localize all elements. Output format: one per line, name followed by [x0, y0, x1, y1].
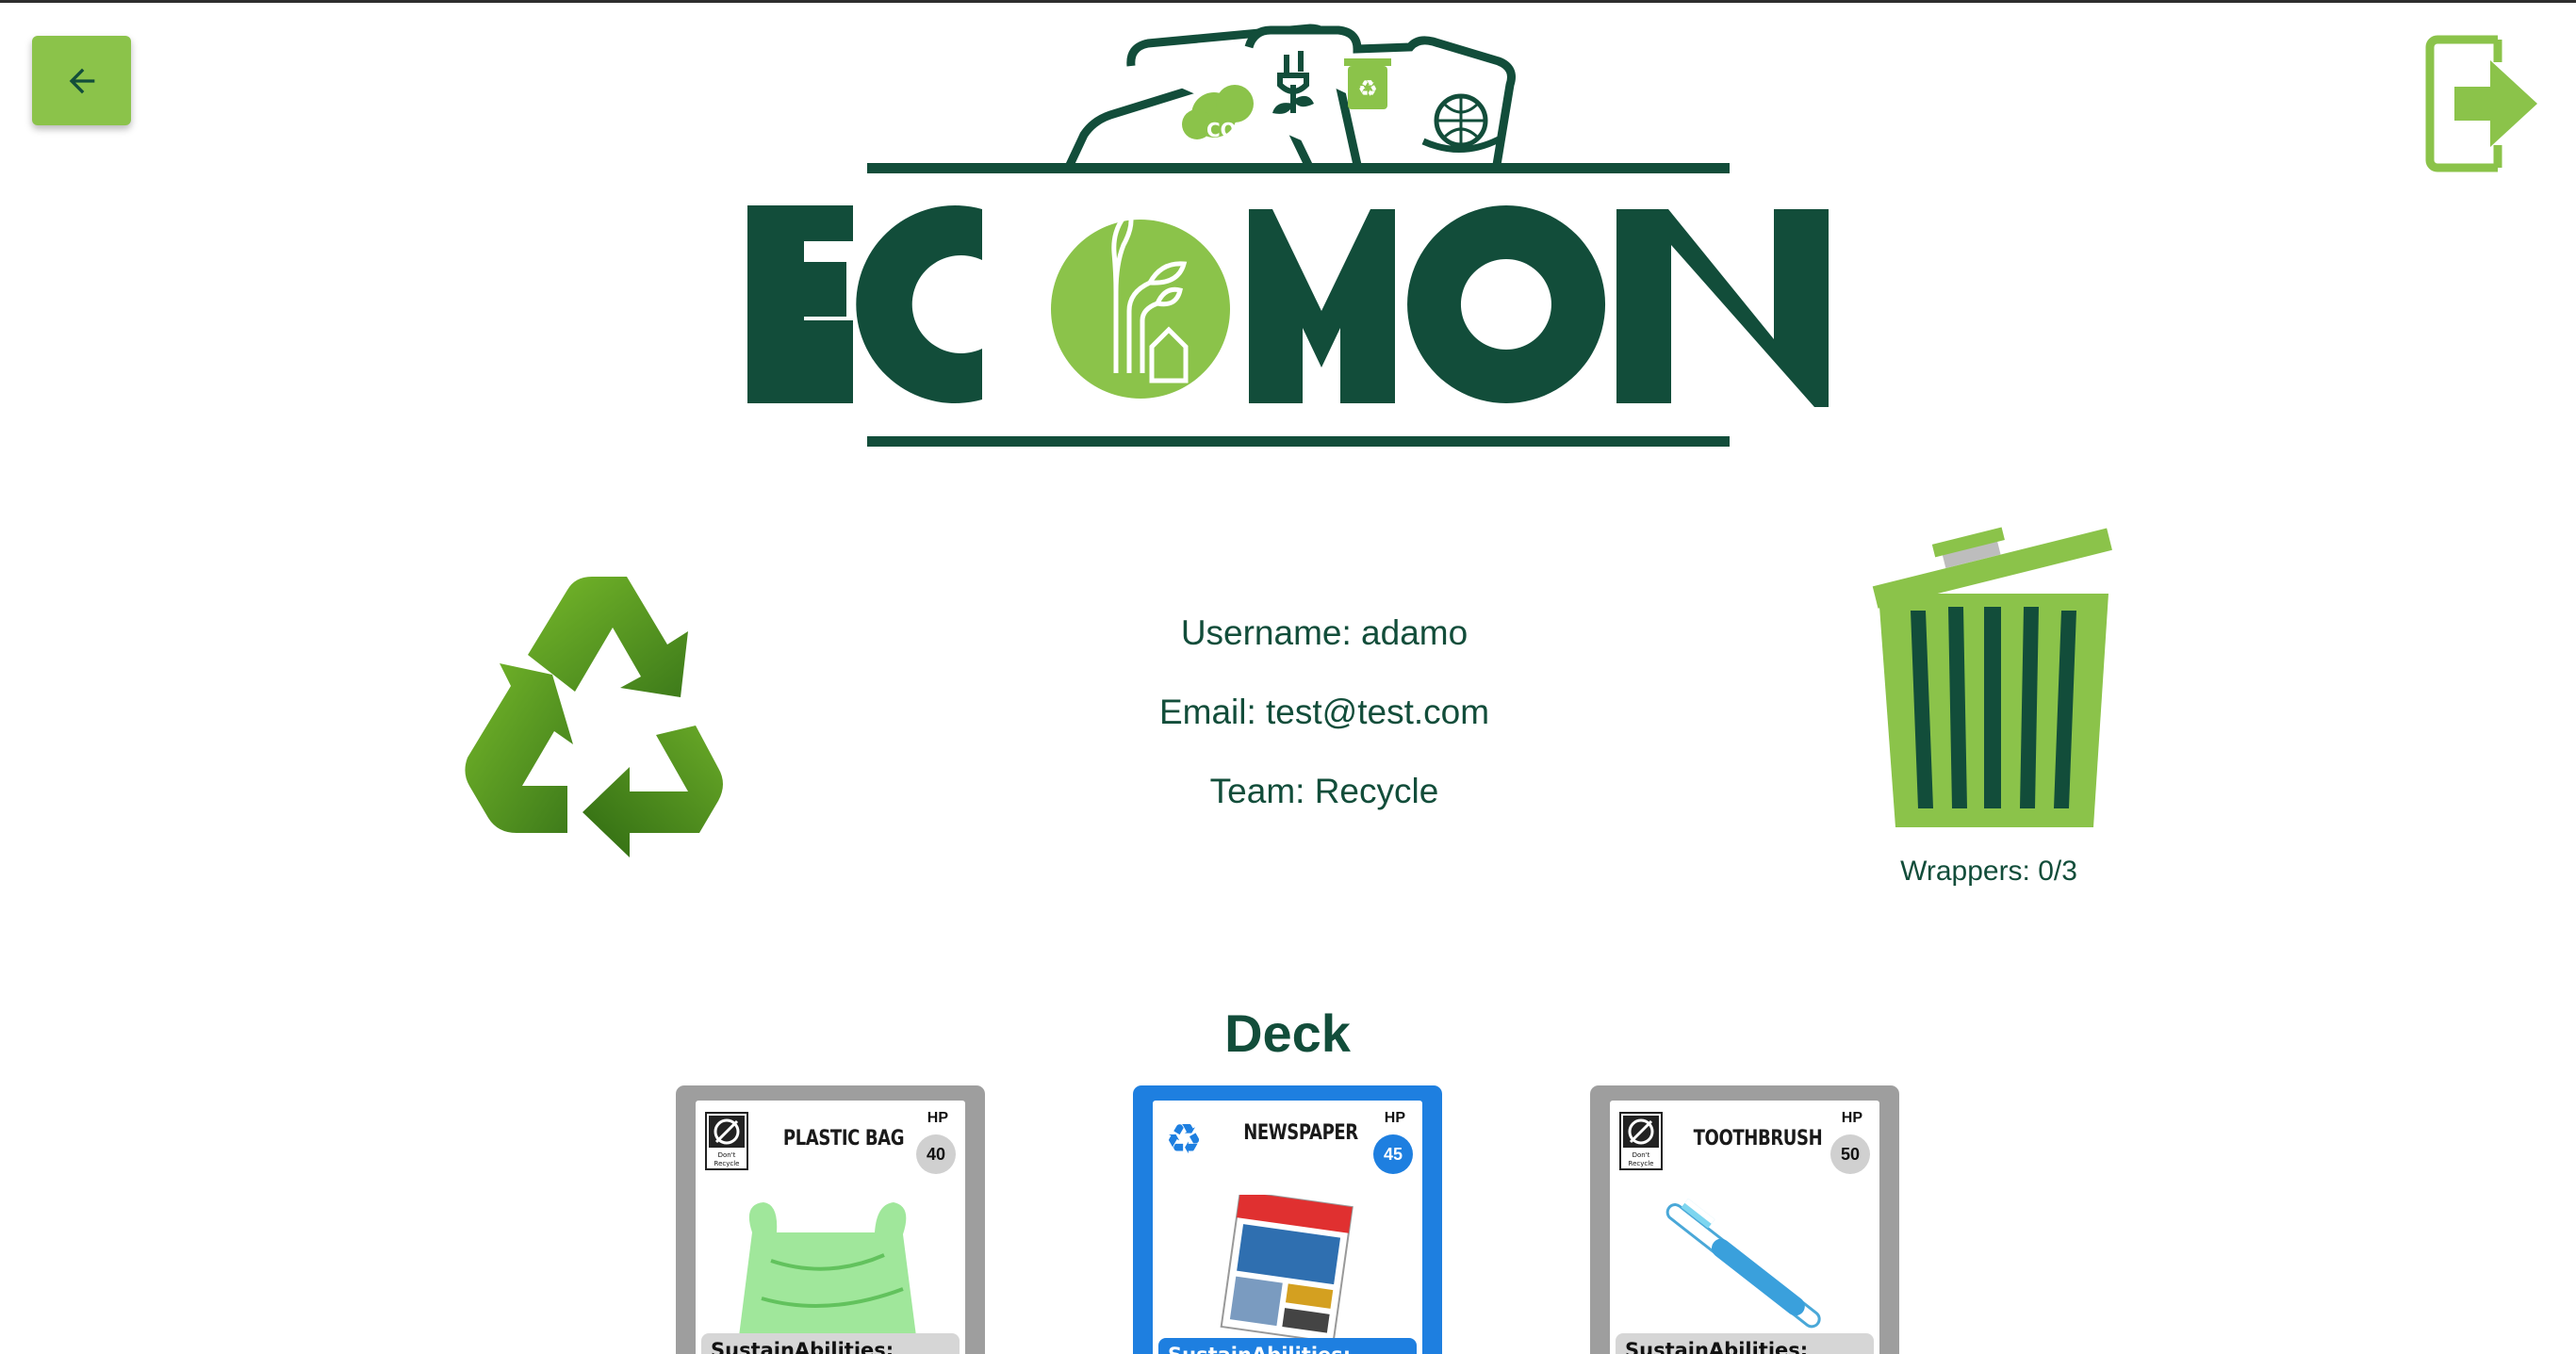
- plastic-bag-image: [739, 1202, 916, 1336]
- svg-text:♻: ♻: [1165, 1117, 1202, 1163]
- ecomon-logo: CO₂ ♻: [735, 9, 1866, 452]
- newspaper-image: [1220, 1195, 1354, 1341]
- dont-recycle-icon: Don't Recycle: [705, 1112, 748, 1170]
- card-plastic-bag[interactable]: Don't Recycle PLASTIC BAG HP 40 SustainA…: [676, 1085, 985, 1354]
- card-hp-value: 40: [916, 1134, 956, 1174]
- card-name: TOOTHBRUSH: [1693, 1127, 1823, 1150]
- back-button[interactable]: [32, 36, 131, 125]
- card-hp-value: 50: [1830, 1134, 1870, 1174]
- recycle-icon: ♻: [1165, 1117, 1202, 1163]
- card-body: Don't Recycle TOOTHBRUSH HP 50 SustainAb…: [1610, 1101, 1879, 1354]
- logout-icon: [2425, 35, 2537, 172]
- card-hp-label: HP: [1841, 1110, 1862, 1126]
- card-header: ♻ NEWSPAPER HP 45: [1153, 1101, 1422, 1176]
- wrappers-count: Wrappers: 0/3: [1900, 856, 2077, 887]
- card-name: NEWSPAPER: [1243, 1121, 1358, 1145]
- profile-info: Username: adamo Email: test@test.com Tea…: [1084, 594, 1565, 831]
- card-hp-label: HP: [927, 1110, 948, 1126]
- team-label: Team: Recycle: [1209, 772, 1439, 810]
- svg-text:Don't: Don't: [1633, 1151, 1650, 1159]
- toothbrush-image: [1665, 1199, 1821, 1329]
- card-header: Don't Recycle PLASTIC BAG HP 40: [696, 1101, 965, 1176]
- card-hp-value: 45: [1373, 1134, 1413, 1174]
- card-newspaper[interactable]: ♻ NEWSPAPER HP 45 SustainAbilities:: [1133, 1085, 1442, 1354]
- card-header: Don't Recycle TOOTHBRUSH HP 50: [1610, 1101, 1879, 1176]
- deck-title: Deck: [1224, 1003, 1351, 1063]
- recycle-symbol-icon: [462, 565, 754, 857]
- svg-text:Recycle: Recycle: [1629, 1160, 1654, 1167]
- username-label: Username: adamo: [1180, 613, 1468, 652]
- trash-bin-icon[interactable]: [1862, 499, 2135, 829]
- card-abilities: SustainAbilities:: [1158, 1338, 1417, 1354]
- top-border: [0, 0, 2576, 3]
- card-hp-label: HP: [1384, 1110, 1405, 1126]
- card-abilities: SustainAbilities:: [1616, 1333, 1874, 1354]
- card-body: Don't Recycle PLASTIC BAG HP 40 SustainA…: [696, 1101, 965, 1354]
- svg-text:♻: ♻: [1357, 76, 1378, 102]
- dont-recycle-icon: Don't Recycle: [1619, 1112, 1663, 1170]
- card-toothbrush[interactable]: Don't Recycle TOOTHBRUSH HP 50 SustainAb…: [1590, 1085, 1899, 1354]
- card-body: ♻ NEWSPAPER HP 45 SustainAbilities:: [1153, 1101, 1422, 1354]
- email-label: Email: test@test.com: [1158, 693, 1490, 731]
- arrow-left-icon: [69, 68, 94, 93]
- card-name: PLASTIC BAG: [782, 1127, 905, 1150]
- svg-text:Recycle: Recycle: [714, 1160, 740, 1167]
- logout-button[interactable]: [2424, 34, 2542, 173]
- svg-text:CO₂: CO₂: [1206, 119, 1244, 141]
- svg-text:Don't: Don't: [718, 1151, 736, 1159]
- card-abilities: SustainAbilities:: [701, 1333, 960, 1354]
